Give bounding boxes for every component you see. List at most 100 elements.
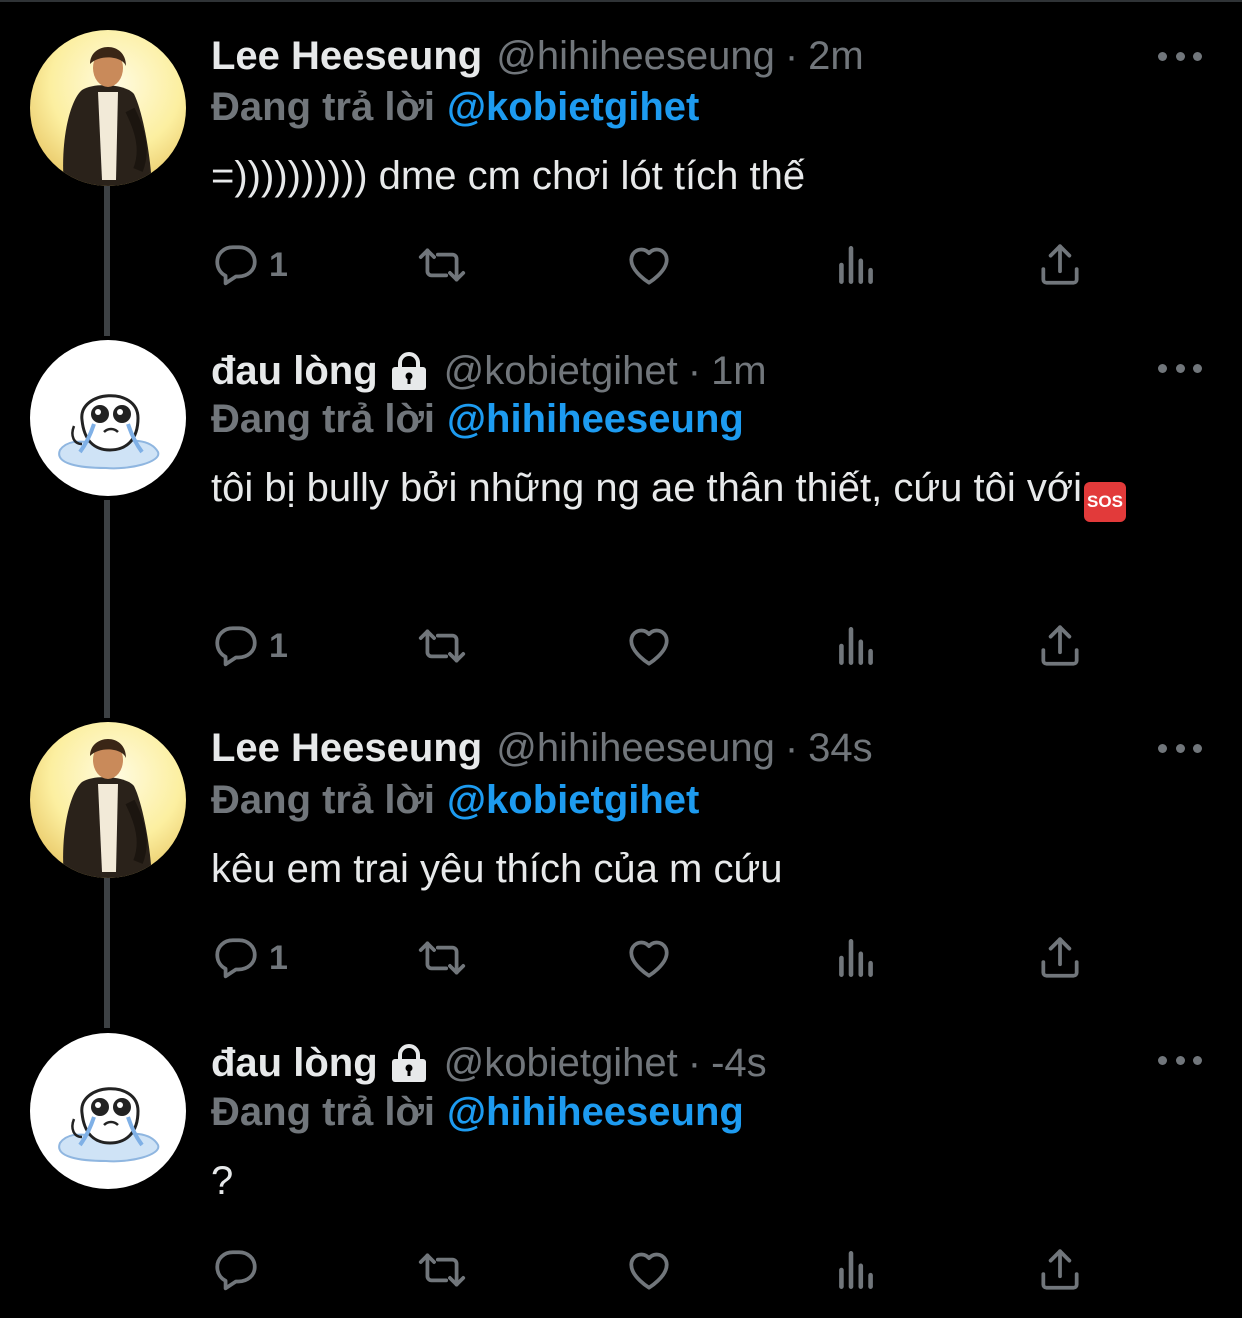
tweet-text-body: tôi bị bully bởi những ng ae thân thiết,… (211, 466, 1082, 510)
replying-to: Đang trả lời @hihiheeseung (211, 395, 744, 443)
tweet-text: ? (211, 1159, 234, 1203)
retweet-icon (417, 933, 467, 983)
analytics-button[interactable] (831, 1245, 881, 1295)
lock-icon (388, 351, 430, 391)
tweet-text: kêu em trai yêu thích của m cứu (211, 847, 783, 891)
retweet-button[interactable] (417, 240, 467, 290)
display-name[interactable]: Lee Heeseung (211, 724, 482, 772)
share-button[interactable] (1035, 933, 1085, 983)
analytics-button[interactable] (831, 933, 881, 983)
tweet-header: đau lòng @kobietgihet · 1m (211, 347, 767, 395)
tweet-header: Lee Heeseung @hihiheeseung · 34s (211, 724, 873, 772)
replying-to-handle[interactable]: @kobietgihet (447, 85, 699, 129)
timestamp[interactable]: -4s (711, 1039, 767, 1087)
thread-connector (104, 500, 110, 718)
reply-button[interactable]: 1 (211, 240, 288, 290)
like-button[interactable] (624, 621, 674, 671)
analytics-button[interactable] (831, 240, 881, 290)
heart-icon (624, 1245, 674, 1295)
reply-icon (211, 1245, 261, 1295)
analytics-button[interactable] (831, 621, 881, 671)
separator-dot: · (687, 1041, 702, 1085)
separator-dot: · (784, 34, 799, 78)
sos-emoji: SOS (1083, 482, 1126, 522)
username[interactable]: @hihiheeseung (496, 32, 775, 80)
like-button[interactable] (624, 240, 674, 290)
display-name[interactable]: Lee Heeseung (211, 32, 482, 80)
lock-icon (388, 1043, 430, 1083)
replying-to-label: Đang trả lời (211, 778, 436, 822)
replying-to-handle[interactable]: @hihiheeseung (447, 397, 744, 441)
share-icon (1035, 1245, 1085, 1295)
thread-connector (104, 878, 110, 1028)
share-button[interactable] (1035, 621, 1085, 671)
username[interactable]: @hihiheeseung (496, 724, 775, 772)
reply-count: 1 (269, 245, 288, 284)
reply-icon (211, 933, 261, 983)
retweet-icon (417, 621, 467, 671)
analytics-icon (831, 621, 881, 671)
reply-button[interactable] (211, 1245, 269, 1295)
share-icon (1035, 933, 1085, 983)
retweet-button[interactable] (417, 621, 467, 671)
username[interactable]: @kobietgihet (444, 347, 678, 395)
replying-to: Đang trả lời @kobietgihet (211, 776, 699, 824)
replying-to-handle[interactable]: @kobietgihet (447, 778, 699, 822)
more-options-icon[interactable] (1158, 46, 1202, 66)
share-icon (1035, 240, 1085, 290)
top-divider (0, 0, 1242, 2)
timestamp[interactable]: 2m (808, 32, 864, 80)
portrait-photo-icon (30, 30, 186, 186)
reply-count: 1 (269, 626, 288, 665)
retweet-button[interactable] (417, 1245, 467, 1295)
avatar[interactable] (30, 1033, 186, 1189)
separator-dot: · (784, 726, 799, 770)
avatar[interactable] (30, 722, 186, 878)
portrait-photo-icon (30, 722, 186, 878)
share-button[interactable] (1035, 240, 1085, 290)
separator-dot: · (687, 349, 702, 393)
avatar[interactable] (30, 340, 186, 496)
analytics-icon (831, 240, 881, 290)
share-icon (1035, 621, 1085, 671)
replying-to-label: Đang trả lời (211, 85, 436, 129)
heart-icon (624, 933, 674, 983)
like-button[interactable] (624, 933, 674, 983)
retweet-button[interactable] (417, 933, 467, 983)
username[interactable]: @kobietgihet (444, 1039, 678, 1087)
share-button[interactable] (1035, 1245, 1085, 1295)
avatar[interactable] (30, 30, 186, 186)
tweet-header: đau lòng @kobietgihet · -4s (211, 1039, 767, 1087)
reply-icon (211, 240, 261, 290)
tweet-text: =)))))))))) dme cm chơi lót tích thế (211, 154, 806, 198)
analytics-icon (831, 933, 881, 983)
action-bar: 1 (211, 240, 1111, 290)
more-options-icon[interactable] (1158, 738, 1202, 758)
replying-to-handle[interactable]: @hihiheeseung (447, 1090, 744, 1134)
tweet-text: tôi bị bully bởi những ng ae thân thiết,… (211, 459, 1171, 522)
crying-doodle-icon (30, 1033, 186, 1189)
reply-button[interactable]: 1 (211, 933, 288, 983)
retweet-icon (417, 240, 467, 290)
retweet-icon (417, 1245, 467, 1295)
more-options-icon[interactable] (1158, 358, 1202, 378)
action-bar: 1 (211, 621, 1111, 671)
like-button[interactable] (624, 1245, 674, 1295)
reply-button[interactable]: 1 (211, 621, 288, 671)
timestamp[interactable]: 1m (711, 347, 767, 395)
replying-to-label: Đang trả lời (211, 397, 436, 441)
reply-count: 1 (269, 938, 288, 977)
display-name[interactable]: đau lòng (211, 1039, 378, 1087)
heart-icon (624, 621, 674, 671)
reply-icon (211, 621, 261, 671)
tweet-header: Lee Heeseung @hihiheeseung · 2m (211, 32, 864, 80)
timestamp[interactable]: 34s (808, 724, 873, 772)
replying-to: Đang trả lời @hihiheeseung (211, 1088, 744, 1136)
thread-connector (104, 186, 110, 336)
display-name[interactable]: đau lòng (211, 347, 378, 395)
replying-to: Đang trả lời @kobietgihet (211, 83, 699, 131)
heart-icon (624, 240, 674, 290)
action-bar: 1 (211, 933, 1111, 983)
crying-doodle-icon (30, 340, 186, 496)
more-options-icon[interactable] (1158, 1050, 1202, 1070)
